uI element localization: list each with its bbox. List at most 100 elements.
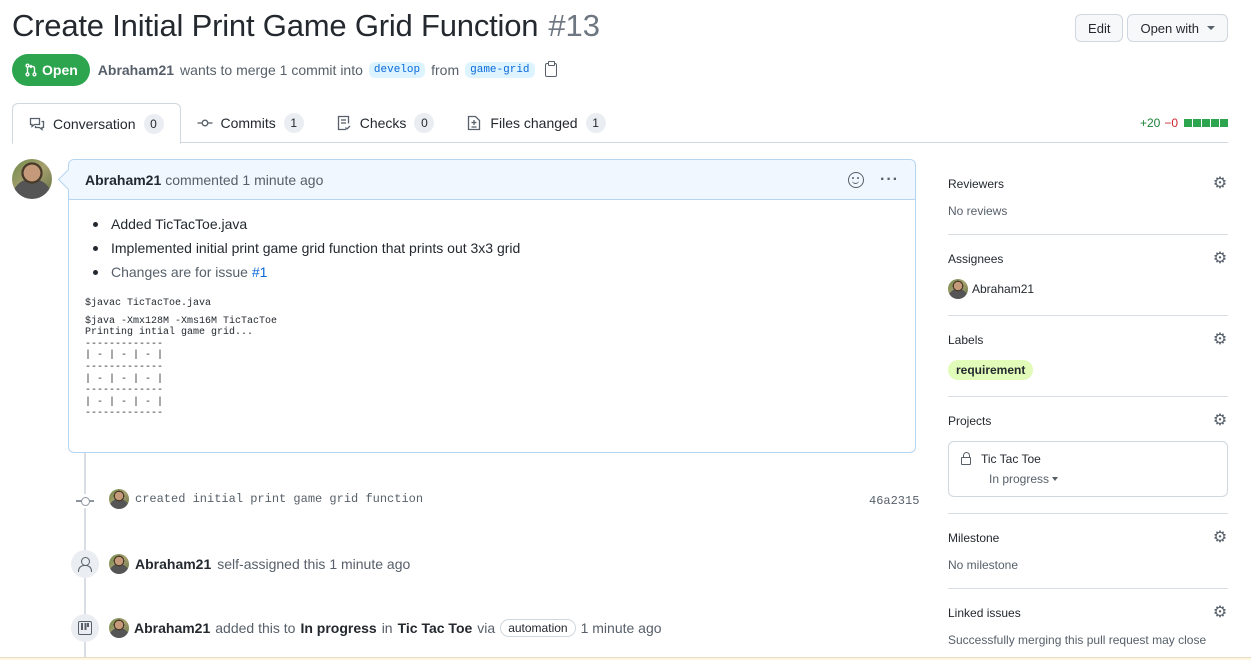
list-item: Changes are for issue #1 <box>93 262 899 282</box>
tab-checks[interactable]: Checks 0 <box>320 103 451 143</box>
issue-link[interactable]: #1 <box>252 264 268 280</box>
file-diff-icon <box>468 115 481 131</box>
project-event-badge <box>71 614 99 642</box>
comment-body: Added TicTacToe.java Implemented initial… <box>69 200 915 434</box>
sidebar-heading[interactable]: Reviewers ⚙ <box>948 176 1228 192</box>
event-text: added this to <box>215 620 296 636</box>
issue-bullet-text: Changes are for issue <box>111 264 248 280</box>
label-requirement[interactable]: requirement <box>948 360 1034 380</box>
reviewers-value: No reviews <box>948 204 1008 218</box>
avatar[interactable] <box>109 554 129 574</box>
author-link[interactable]: Abraham21 <box>98 62 174 78</box>
open-with-label: Open with <box>1140 20 1199 36</box>
additions-count: +20 <box>1139 115 1161 130</box>
sidebar-milestone: Milestone ⚙ No milestone <box>948 514 1228 589</box>
event-text: via <box>477 620 496 636</box>
project-column-value: In progress <box>989 472 1050 486</box>
comment-actions: ··· <box>848 171 899 188</box>
tab-counter: 0 <box>414 113 435 133</box>
comment-author[interactable]: Abraham21 <box>85 172 161 188</box>
gear-icon[interactable]: ⚙ <box>1212 530 1228 546</box>
head-branch[interactable]: game-grid <box>465 62 535 78</box>
timeline-added-to-project: Abraham21 added this to In progress in T… <box>109 618 662 638</box>
caret-down-icon <box>1052 477 1059 481</box>
tab-commits[interactable]: Commits 1 <box>181 103 320 143</box>
smiley-icon[interactable] <box>848 171 865 188</box>
sidebar-reviewers: Reviewers ⚙ No reviews <box>948 160 1228 235</box>
project-column-select[interactable]: In progress <box>989 472 1215 486</box>
list-item: Implemented initial print game grid func… <box>93 238 899 258</box>
project-title[interactable]: Tic Tac Toe <box>961 452 1215 466</box>
state-badge: Open <box>12 54 90 86</box>
merge-text: wants to merge 1 commit into <box>180 62 363 78</box>
avatar[interactable] <box>109 618 129 638</box>
linked-issues-value: Successfully merging this pull request m… <box>948 633 1207 647</box>
pr-tabs: Conversation 0 Commits 1 Checks 0 Files … <box>12 103 1228 144</box>
open-with-button[interactable]: Open with <box>1127 14 1228 42</box>
gear-icon[interactable]: ⚙ <box>1212 332 1228 348</box>
event-author[interactable]: Abraham21 <box>135 556 211 572</box>
base-branch[interactable]: develop <box>368 62 426 78</box>
labels-heading: Labels <box>948 333 984 347</box>
gear-icon[interactable]: ⚙ <box>1212 605 1228 621</box>
sidebar-linked-issues: Linked issues ⚙ Successfully merging thi… <box>948 589 1228 660</box>
diffstat-block <box>1220 118 1228 127</box>
list-item: Added TicTacToe.java <box>93 214 899 234</box>
event-author[interactable]: Abraham21 <box>134 620 210 636</box>
deletions-count: −0 <box>1164 115 1178 130</box>
diffstat-block <box>1184 118 1192 127</box>
projects-heading: Projects <box>948 414 992 428</box>
author-avatar[interactable] <box>12 159 52 199</box>
diffstat-block <box>1211 118 1219 127</box>
pr-description-comment: Abraham21 commented 1 minute ago ··· Add… <box>68 159 916 453</box>
avatar[interactable] <box>109 489 129 509</box>
diffstat-blocks <box>1184 118 1228 127</box>
tab-conversation[interactable]: Conversation 0 <box>12 103 181 144</box>
comment-header: Abraham21 commented 1 minute ago ··· <box>69 160 915 200</box>
diffstat-block <box>1202 118 1210 127</box>
pr-title-row: Create Initial Print Game Grid Function … <box>12 8 600 44</box>
git-commit-icon <box>197 119 212 127</box>
event-text: in <box>381 620 393 636</box>
lock-icon <box>961 452 971 465</box>
project-icon <box>78 621 92 635</box>
comment-time[interactable]: 1 minute ago <box>242 172 323 188</box>
milestone-value: No milestone <box>948 558 1019 572</box>
commit-sha[interactable]: 46a2315 <box>869 494 919 508</box>
sidebar: Reviewers ⚙ No reviews Assignees ⚙ Abrah… <box>948 160 1228 660</box>
sidebar-heading[interactable]: Linked issues ⚙ <box>948 605 1228 621</box>
caret-down-icon <box>1207 26 1215 30</box>
project-card: Tic Tac Toe In progress <box>948 441 1228 497</box>
sidebar-heading[interactable]: Projects ⚙ <box>948 413 1228 429</box>
project-link[interactable]: Tic Tac Toe <box>398 620 473 636</box>
bullet-list: Added TicTacToe.java Implemented initial… <box>85 214 899 282</box>
code-block: $javac TicTacToe.java $java -Xmx128M -Xms… <box>85 298 899 420</box>
kebab-horizontal-icon[interactable]: ··· <box>880 171 899 188</box>
project-column: In progress <box>300 620 377 636</box>
gear-icon[interactable]: ⚙ <box>1212 251 1228 267</box>
tab-counter: 0 <box>143 113 164 134</box>
tab-counter: 1 <box>283 113 304 133</box>
copy-icon[interactable] <box>544 61 557 77</box>
sidebar-heading[interactable]: Milestone ⚙ <box>948 530 1228 546</box>
gear-icon[interactable]: ⚙ <box>1212 176 1228 192</box>
commit-message[interactable]: created initial print game grid function <box>135 492 423 506</box>
header-actions: Edit Open with <box>1075 14 1228 42</box>
sidebar-projects: Projects ⚙ Tic Tac Toe In progress <box>948 397 1228 514</box>
gear-icon[interactable]: ⚙ <box>1212 413 1228 429</box>
automation-badge: automation <box>500 619 576 637</box>
assignee[interactable]: Abraham21 <box>948 279 1228 299</box>
edit-button[interactable]: Edit <box>1075 14 1124 42</box>
event-time[interactable]: 1 minute ago <box>581 620 662 636</box>
sidebar-heading[interactable]: Labels ⚙ <box>948 332 1228 348</box>
git-commit-icon <box>76 494 94 508</box>
sidebar-heading[interactable]: Assignees ⚙ <box>948 251 1228 267</box>
reviewers-heading: Reviewers <box>948 177 1005 191</box>
git-pull-request-icon <box>25 63 37 77</box>
sidebar-labels: Labels ⚙ requirement <box>948 316 1228 397</box>
sidebar-assignees: Assignees ⚙ Abraham21 <box>948 235 1228 316</box>
diffstat-block <box>1193 118 1201 127</box>
tab-files-changed[interactable]: Files changed 1 <box>450 103 621 143</box>
assignees-heading: Assignees <box>948 252 1004 266</box>
assignee-name: Abraham21 <box>972 282 1035 296</box>
